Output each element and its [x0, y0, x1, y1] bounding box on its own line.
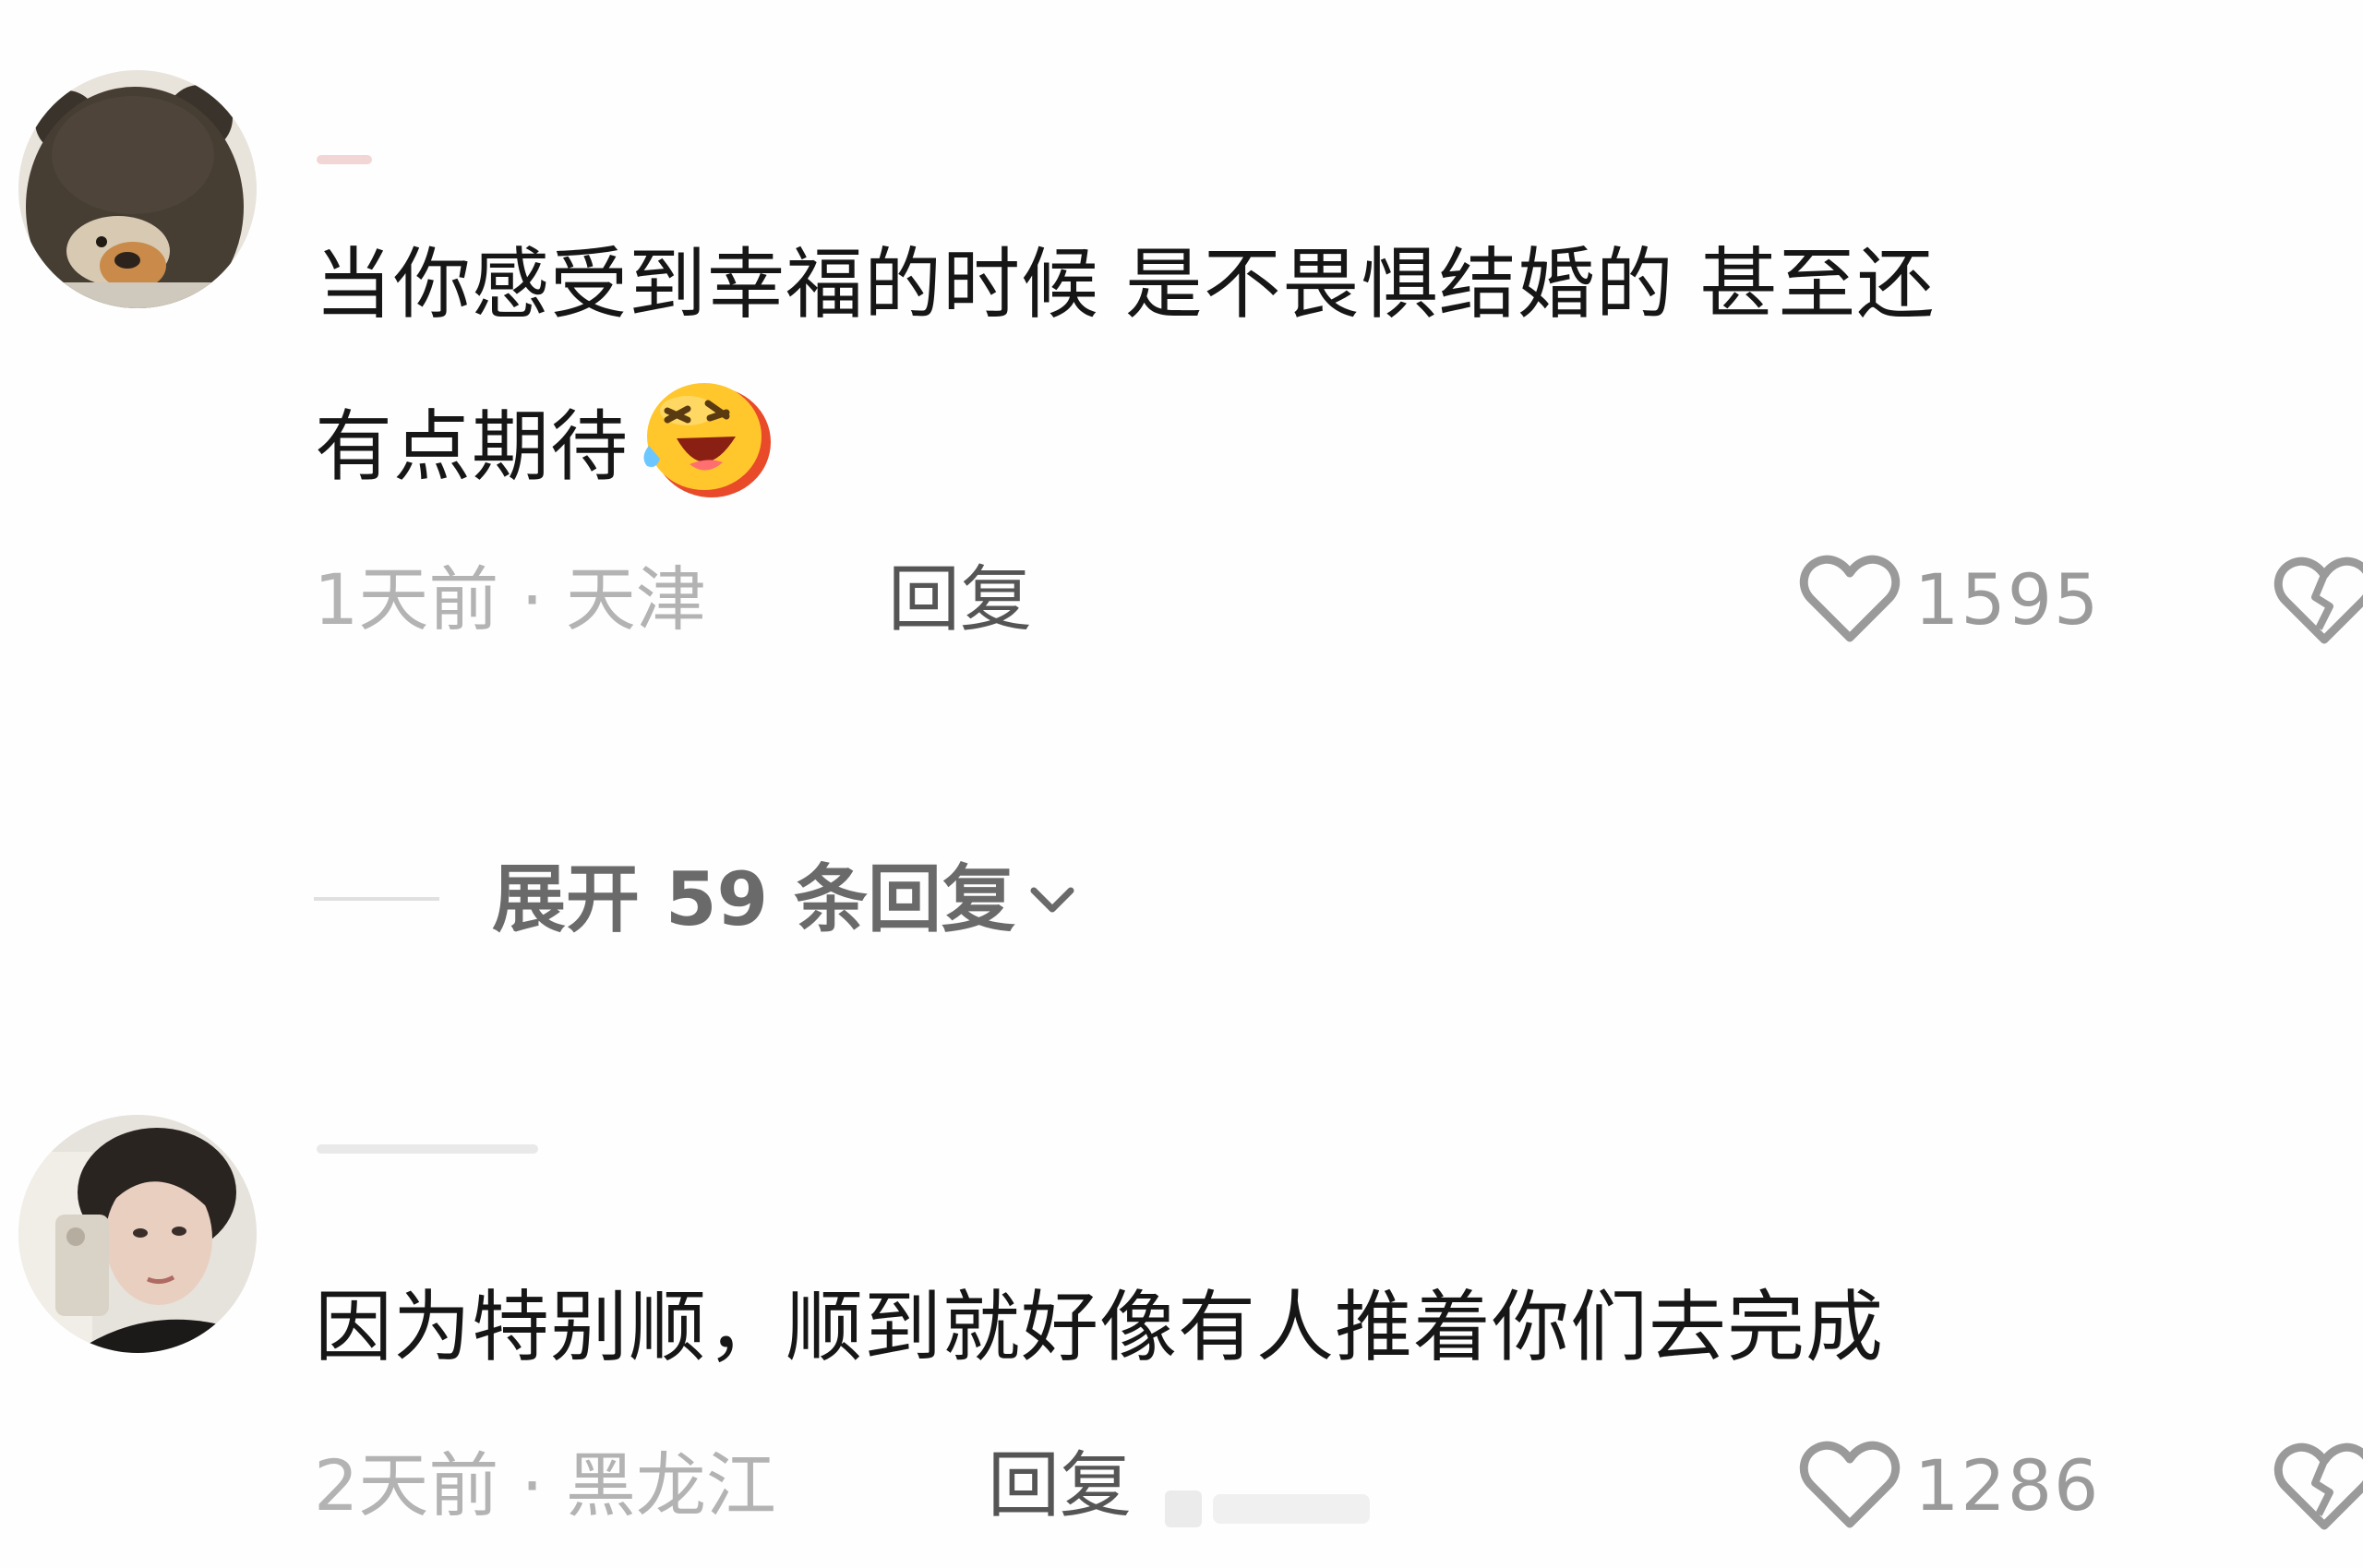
expand-replies-button[interactable]: 展开 59 条回复	[492, 849, 1078, 951]
laughing-emoji-icon	[636, 372, 773, 501]
comment-text-line: 有点期待	[315, 367, 773, 526]
broken-heart-icon	[2273, 557, 2363, 644]
username[interactable]	[317, 1144, 538, 1154]
watermark	[1165, 1490, 1370, 1527]
avatar-person[interactable]	[18, 1115, 257, 1353]
comment-text: 有点期待	[315, 401, 630, 492]
like-button[interactable]: 1595	[1798, 548, 2100, 650]
avatar-bear[interactable]	[18, 70, 257, 308]
comment-meta: 2天前 · 黑龙江	[314, 1444, 776, 1526]
like-button[interactable]: 1286	[1798, 1434, 2100, 1536]
chevron-down-icon	[1030, 887, 1074, 913]
comment-list: 当你感受到幸福的时候 是不畏惧结婚的 甚至还 有点期待 1天前 · 天津 回复 …	[0, 0, 2363, 1568]
comment-text-line: 因为特别顺，顺到就好像有人推着你们去完成	[315, 1282, 1885, 1372]
like-count: 1286	[1914, 1443, 2101, 1526]
reply-button[interactable]: 回复	[988, 1440, 1132, 1532]
like-count: 1595	[1914, 557, 2101, 640]
expand-replies-label: 展开 59 条回复	[492, 856, 1016, 942]
dislike-button[interactable]	[2273, 550, 2363, 652]
expand-divider	[314, 897, 439, 901]
username[interactable]	[317, 155, 372, 164]
comment-text-line: 当你感受到幸福的时候 是不畏惧结婚的 甚至还	[315, 239, 1936, 329]
heart-outline-icon	[1799, 555, 1901, 642]
reply-button[interactable]: 回复	[888, 554, 1032, 646]
broken-heart-icon	[2273, 1442, 2363, 1530]
dislike-button[interactable]	[2273, 1436, 2363, 1538]
comment-meta: 1天前 · 天津	[314, 558, 706, 640]
heart-outline-icon	[1799, 1441, 1901, 1528]
